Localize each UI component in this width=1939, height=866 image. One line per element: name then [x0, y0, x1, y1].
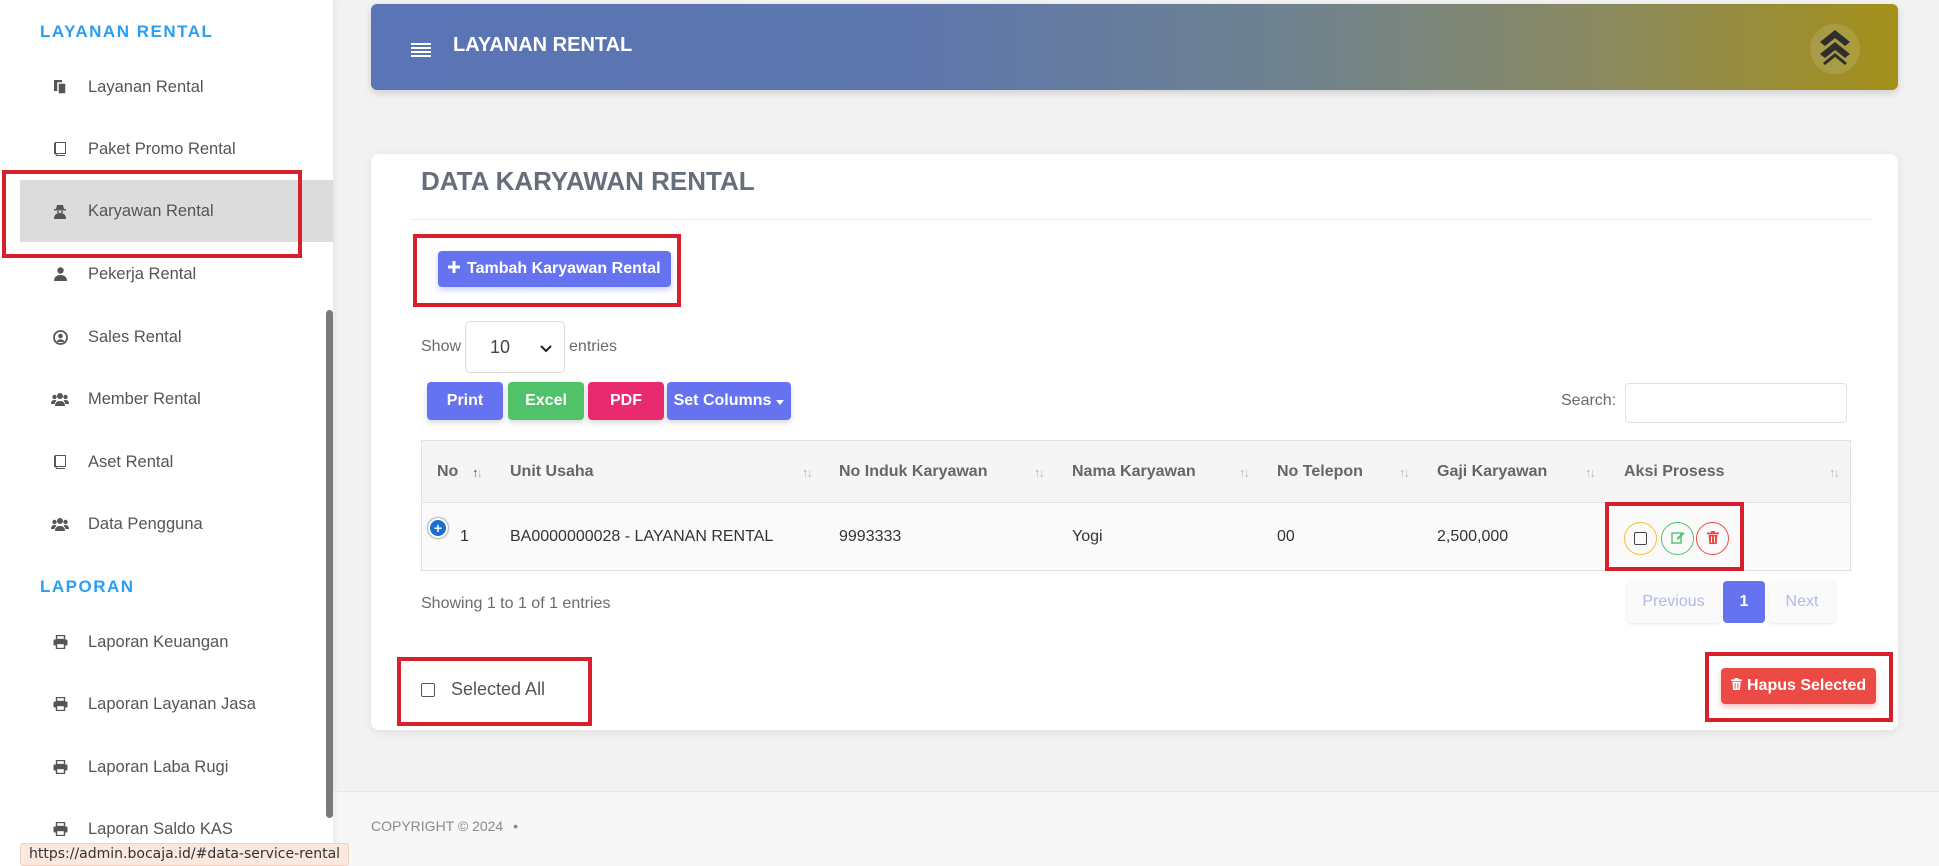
sort-icon: ↑↓ [472, 465, 483, 480]
print-button[interactable]: Print [427, 382, 503, 420]
col-header-unit-usaha[interactable]: Unit Usaha [510, 441, 594, 502]
col-header-aksi[interactable]: Aksi Prosess [1624, 441, 1725, 502]
col-header-gaji[interactable]: Gaji Karyawan [1437, 441, 1547, 502]
cell-unit-usaha: BA0000000028 - LAYANAN RENTAL [510, 527, 774, 545]
sidebar-scrollbar[interactable] [326, 310, 333, 818]
sidebar-section-laporan: LAPORAN [40, 577, 135, 596]
select-all-checkbox[interactable] [421, 682, 435, 697]
pdf-button[interactable]: PDF [588, 382, 664, 420]
page-size-value: 10 [490, 336, 511, 357]
footer-dot-icon: • [513, 818, 519, 834]
page-size-select[interactable]: 10 [465, 321, 566, 373]
sidebar-item-label: Layanan Rental [88, 77, 204, 96]
sidebar-item-layanan-rental[interactable]: Layanan Rental [20, 56, 333, 118]
cell-telepon: 00 [1277, 527, 1295, 545]
add-button-label: Tambah Karyawan Rental [467, 260, 661, 277]
sort-icon: ↑↓ [1034, 465, 1045, 480]
page-size-control: Show 10 entries [421, 321, 617, 373]
footer-divider [333, 791, 1939, 792]
print-icon [50, 635, 70, 649]
table-header: No ↑↓ Unit Usaha ↑↓ No Induk Karyawan ↑↓… [422, 441, 1850, 503]
header-title: LAYANAN RENTAL [453, 34, 633, 56]
status-bar-url: https://admin.bocaja.id/#data-service-re… [20, 843, 350, 866]
cell-gaji: 2,500,000 [1437, 527, 1509, 545]
sidebar-item-label: Member Rental [88, 389, 201, 408]
sort-icon: ↑↓ [802, 465, 813, 480]
logo-icon [1808, 22, 1862, 76]
sort-icon: ↑↓ [1585, 465, 1596, 480]
users-icon [50, 517, 70, 531]
col-header-no[interactable]: No [437, 441, 458, 502]
sidebar-section-layanan: LAYANAN RENTAL [40, 22, 214, 41]
copy-icon [50, 79, 70, 95]
highlight-box-actions [1605, 502, 1744, 571]
book-icon [50, 455, 70, 469]
users-icon [50, 392, 70, 406]
footer-copyright: COPYRIGHT © 2024 • [371, 818, 518, 834]
add-karyawan-button[interactable]: Tambah Karyawan Rental [438, 251, 671, 287]
sidebar-item-aset-rental[interactable]: Aset Rental [20, 431, 333, 493]
col-header-no-induk[interactable]: No Induk Karyawan [839, 441, 987, 502]
delete-selected-label: Hapus Selected [1747, 677, 1867, 694]
sort-icon: ↑↓ [1399, 465, 1410, 480]
cell-no: 1 [460, 527, 469, 545]
expand-row-icon[interactable]: + [428, 518, 448, 538]
sidebar-item-label: Data Pengguna [88, 514, 203, 533]
cell-no-induk: 9993333 [839, 527, 902, 545]
table-info: Showing 1 to 1 of 1 entries [421, 595, 611, 612]
user-icon [50, 267, 70, 281]
select-all-label: Selected All [451, 679, 546, 699]
plus-icon [448, 260, 460, 278]
pagination-page-1[interactable]: 1 [1723, 581, 1765, 623]
sidebar-item-label: Laporan Layanan Jasa [88, 694, 256, 713]
sidebar-item-label: Sales Rental [88, 327, 182, 346]
select-all-control[interactable]: Selected All [421, 679, 545, 700]
sidebar-item-laporan-keuangan[interactable]: Laporan Keuangan [20, 611, 333, 673]
footer-area [333, 792, 1939, 866]
set-columns-button[interactable]: Set Columns [667, 382, 791, 420]
col-header-telepon[interactable]: No Telepon [1277, 441, 1363, 502]
print-icon [50, 697, 70, 711]
copyright-text: COPYRIGHT © 2024 [371, 818, 504, 834]
entries-label: entries [569, 338, 618, 355]
user-circle-icon [50, 329, 70, 345]
sidebar-item-data-pengguna[interactable]: Data Pengguna [20, 493, 333, 555]
sidebar-item-laporan-layanan-jasa[interactable]: Laporan Layanan Jasa [20, 673, 333, 735]
sidebar-item-label: Laporan Saldo KAS [88, 819, 233, 838]
sidebar-item-sales-rental[interactable]: Sales Rental [20, 306, 333, 368]
sidebar-item-label: Pekerja Rental [88, 264, 197, 283]
excel-button[interactable]: Excel [508, 382, 584, 420]
highlight-box-karyawan-rental [2, 170, 302, 258]
sidebar-item-laporan-laba-rugi[interactable]: Laporan Laba Rugi [20, 736, 333, 798]
sidebar-item-member-rental[interactable]: Member Rental [20, 368, 333, 430]
search-label: Search: [1561, 392, 1617, 409]
cell-nama: Yogi [1072, 527, 1103, 545]
pagination-next[interactable]: Next [1769, 581, 1835, 623]
header-bar: LAYANAN RENTAL [371, 4, 1898, 90]
sort-icon: ↑↓ [1239, 465, 1250, 480]
menu-icon[interactable] [411, 38, 431, 64]
set-columns-label: Set Columns [673, 392, 772, 409]
sidebar-item-label: Laporan Laba Rugi [88, 757, 229, 776]
print-icon [50, 822, 70, 836]
sidebar-item-label: Laporan Keuangan [88, 632, 229, 651]
caret-down-icon [776, 392, 785, 410]
sidebar-item-label: Paket Promo Rental [88, 139, 236, 158]
print-icon [50, 760, 70, 774]
show-label: Show [421, 338, 462, 355]
sidebar-item-label: Aset Rental [88, 452, 174, 471]
data-card: DATA KARYAWAN RENTAL Tambah Karyawan Ren… [371, 154, 1898, 730]
sidebar: LAYANAN RENTAL Layanan Rental Paket Prom… [0, 0, 333, 866]
pagination-previous[interactable]: Previous [1627, 581, 1720, 623]
delete-selected-button[interactable]: Hapus Selected [1721, 668, 1877, 704]
chevron-down-icon [540, 337, 552, 358]
book-icon [50, 142, 70, 156]
title-divider [411, 219, 1873, 220]
col-header-nama[interactable]: Nama Karyawan [1072, 441, 1196, 502]
search-input[interactable] [1625, 383, 1847, 423]
page-title: DATA KARYAWAN RENTAL [421, 166, 755, 196]
sort-icon: ↑↓ [1829, 465, 1840, 480]
trash-icon [1731, 677, 1742, 695]
